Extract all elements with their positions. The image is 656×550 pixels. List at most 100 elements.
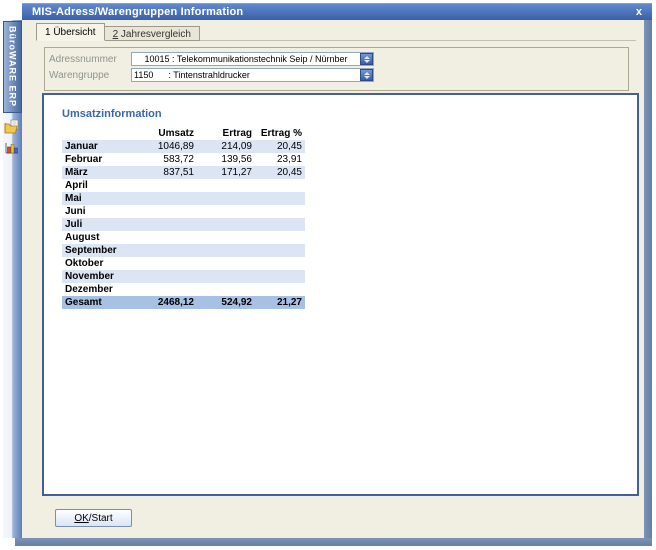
table-row: März837,51171,2720,45	[62, 166, 305, 179]
table-row: Oktober	[62, 257, 305, 270]
close-icon[interactable]: x	[634, 5, 644, 20]
window-title: MIS-Adress/Warengruppen Information	[32, 6, 634, 18]
window-right-frame	[644, 20, 652, 538]
window-bottom-frame	[15, 538, 652, 546]
umsatz-cell: 1046,89	[132, 140, 197, 153]
umsatz-cell	[132, 244, 197, 257]
ertrag-cell	[197, 205, 255, 218]
ok-start-button[interactable]: OK/Start	[55, 509, 132, 527]
open-folder-icon[interactable]	[4, 119, 20, 135]
month-cell: Januar	[62, 140, 132, 153]
ok-button-label: /Start	[89, 513, 113, 524]
umsatz-cell: 583,72	[132, 153, 197, 166]
ertrag-pct-cell	[255, 244, 305, 257]
table-row: Januar1046,89214,0920,45	[62, 140, 305, 153]
ertrag-column-header: Ertrag	[197, 127, 255, 140]
month-cell: März	[62, 166, 132, 179]
umsatz-cell	[132, 218, 197, 231]
ertrag-pct-cell	[255, 218, 305, 231]
total-umsatz-cell: 2468,12	[132, 296, 197, 309]
title-row: MIS-Adress/Warengruppen Information x	[3, 3, 652, 20]
ertrag-cell	[197, 218, 255, 231]
ok-button-mnemonic: OK	[74, 513, 88, 524]
ertrag-pct-cell	[255, 205, 305, 218]
ertrag-cell: 214,09	[197, 140, 255, 153]
ertrag-pct-cell	[255, 231, 305, 244]
ertrag-cell	[197, 244, 255, 257]
warengruppe-field[interactable]: 1150 : Tintenstrahldrucker	[131, 68, 374, 82]
tab-jahresvergleich-label: Jahresvergleich	[118, 29, 191, 40]
umsatz-cell	[132, 283, 197, 296]
ertrag-pct-cell	[255, 283, 305, 296]
adressnummer-field[interactable]: 10015 : Telekommunikationstechnik Seip /…	[131, 52, 374, 66]
total-row: Gesamt 2468,12 524,92 21,27	[62, 296, 305, 309]
ertrag-pct-cell	[255, 270, 305, 283]
ertrag-cell	[197, 179, 255, 192]
month-cell: Februar	[62, 153, 132, 166]
table-row: August	[62, 231, 305, 244]
table-row: April	[62, 179, 305, 192]
month-cell: Juni	[62, 205, 132, 218]
title-bar: MIS-Adress/Warengruppen Information x	[22, 3, 652, 20]
table-row: September	[62, 244, 305, 257]
adressnummer-value: 10015 : Telekommunikationstechnik Seip /…	[132, 54, 360, 64]
brand-banner: BüroWARE ERP	[3, 21, 22, 113]
ertrag-pct-cell	[255, 257, 305, 270]
adressnummer-label: Adressnummer	[49, 54, 131, 65]
titlebar-corner	[3, 3, 22, 20]
ertrag-cell	[197, 270, 255, 283]
adressnummer-spinner-button[interactable]	[360, 53, 373, 65]
umsatz-cell: 837,51	[132, 166, 197, 179]
up-arrow-icon	[364, 72, 370, 75]
tab-strip: 1 Übersicht 2 Jahresvergleich	[36, 24, 200, 41]
warengruppe-spinner-button[interactable]	[360, 69, 373, 81]
info-panel: Umsatzinformation Umsatz Ertrag Ertrag %…	[42, 93, 639, 496]
ertrag-cell	[197, 283, 255, 296]
table-row: Mai	[62, 192, 305, 205]
umsatz-cell	[132, 205, 197, 218]
ertrag-pct-cell: 20,45	[255, 140, 305, 153]
adressnummer-row: Adressnummer 10015 : Telekommunikationst…	[49, 51, 628, 67]
umsatz-cell	[132, 257, 197, 270]
table-row: Juli	[62, 218, 305, 231]
month-cell: August	[62, 231, 132, 244]
panel-title: Umsatzinformation	[62, 108, 162, 120]
month-cell: April	[62, 179, 132, 192]
ertrag-cell: 139,56	[197, 153, 255, 166]
table-row: November	[62, 270, 305, 283]
sidebar: BüroWARE ERP	[3, 20, 22, 538]
umsatz-cell	[132, 270, 197, 283]
month-cell: November	[62, 270, 132, 283]
up-arrow-icon	[364, 56, 370, 59]
total-ertrag-pct-cell: 21,27	[255, 296, 305, 309]
table-header-row: Umsatz Ertrag Ertrag %	[62, 127, 305, 140]
umsatz-cell	[132, 192, 197, 205]
ertrag-cell	[197, 192, 255, 205]
ertrag-pct-cell	[255, 179, 305, 192]
umsatz-cell	[132, 179, 197, 192]
table-row: Juni	[62, 205, 305, 218]
down-arrow-icon	[364, 76, 370, 79]
table-row: Dezember	[62, 283, 305, 296]
ertrag-pct-cell: 20,45	[255, 166, 305, 179]
brand-text: BüroWARE ERP	[8, 26, 18, 107]
total-label-cell: Gesamt	[62, 296, 132, 309]
ertrag-pct-column-header: Ertrag %	[255, 127, 305, 140]
total-ertrag-cell: 524,92	[197, 296, 255, 309]
warengruppe-label: Warengruppe	[49, 70, 131, 81]
tab-uebersicht-label: 1 Übersicht	[45, 27, 96, 38]
ertrag-cell: 171,27	[197, 166, 255, 179]
ertrag-pct-cell: 23,91	[255, 153, 305, 166]
tab-uebersicht[interactable]: 1 Übersicht	[36, 23, 105, 41]
tab-jahresvergleich[interactable]: 2 Jahresvergleich	[105, 26, 200, 41]
chart-icon[interactable]	[4, 139, 20, 155]
ertrag-pct-cell	[255, 192, 305, 205]
umsatz-table: Umsatz Ertrag Ertrag % Januar1046,89214,…	[62, 127, 305, 309]
month-cell: Dezember	[62, 283, 132, 296]
table-row: Februar583,72139,5623,91	[62, 153, 305, 166]
month-cell: September	[62, 244, 132, 257]
app-window: MIS-Adress/Warengruppen Information x Bü…	[3, 3, 652, 546]
umsatz-cell	[132, 231, 197, 244]
month-cell: Mai	[62, 192, 132, 205]
warengruppe-value: 1150 : Tintenstrahldrucker	[132, 70, 360, 80]
